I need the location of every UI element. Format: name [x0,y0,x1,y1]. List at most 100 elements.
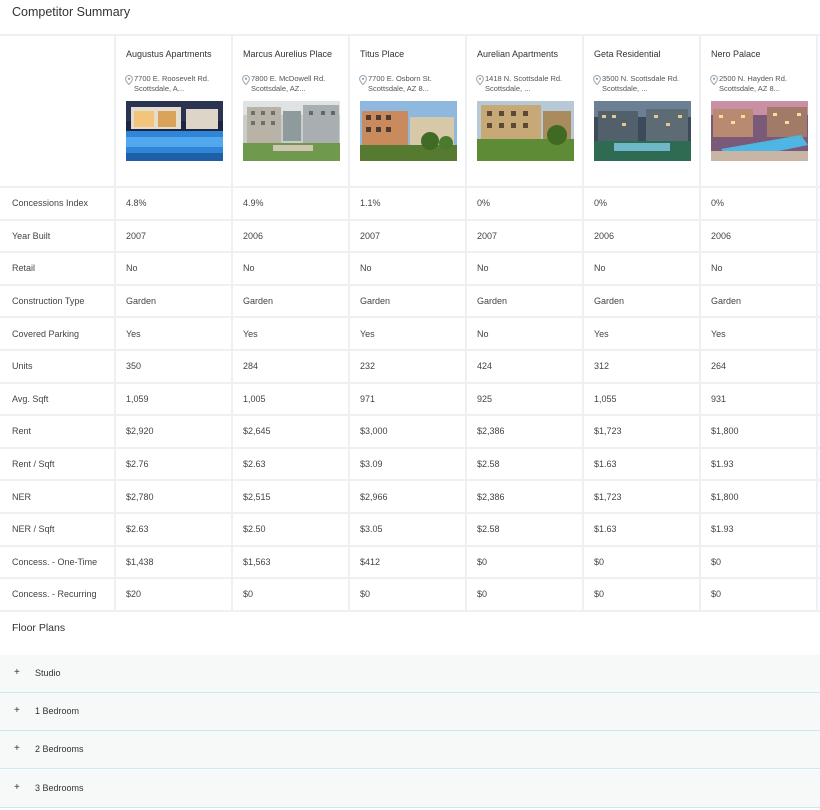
property-photo[interactable] [594,101,691,161]
table-cell: 2007 [115,219,233,254]
property-address: 7700 E. Osborn St. Scottsdale, AZ 8... [358,74,464,93]
table-cell: 424 [466,349,584,384]
table-cell: Garden [700,284,818,319]
property-column-2: Marcus Aurelius Place 7800 E. McDowell R… [232,34,350,188]
table-cell: $1.93 [700,512,818,547]
floor-plan-row-3-bedrooms[interactable]: + 3 Bedrooms [0,770,820,808]
floor-plan-label: 3 Bedrooms [35,783,84,793]
plus-icon[interactable]: + [14,743,20,754]
property-address-text: 3500 N. Scottsdale Rd. Scottsdale, ... [602,74,680,93]
table-cell: $1.63 [583,512,701,547]
row-label: Avg. Sqft [0,382,116,417]
property-name[interactable]: Marcus Aurelius Place [243,49,347,63]
table-cell: $3.09 [349,447,467,482]
table-cell: $20 [115,578,233,612]
table-row: Units 350 284 232 424 312 264 [0,349,820,384]
table-cell: 2006 [700,219,818,254]
property-address: 7700 E. Roosevelt Rd. Scottsdale, A... [124,74,230,93]
page-title: Competitor Summary [12,5,131,19]
table-cell: 312 [583,349,701,384]
table-cell: $3,000 [349,415,467,449]
table-cell: $2.63 [232,447,350,482]
property-header-row: Augustus Apartments 7700 E. Roosevelt Rd… [0,34,820,188]
map-pin-icon [359,75,367,85]
table-cell: Garden [349,284,467,319]
competitor-table: Augustus Apartments 7700 E. Roosevelt Rd… [0,34,820,612]
property-name[interactable]: Geta Residential [594,49,698,63]
table-cell: $412 [349,545,467,580]
property-name[interactable]: Augustus Apartments [126,49,230,63]
table-cell: 2007 [466,219,584,254]
table-row: NER / Sqft $2.63 $2.50 $3.05 $2.58 $1.63… [0,512,820,547]
table-cell: 0% [583,187,701,221]
table-cell: $0 [466,578,584,612]
table-cell: $2.58 [466,512,584,547]
row-label: Construction Type [0,284,116,319]
table-cell: $3.05 [349,512,467,547]
floor-plan-row-1-bedroom[interactable]: + 1 Bedroom [0,693,820,731]
row-label: Concessions Index [0,187,116,221]
table-cell: $1,800 [700,415,818,449]
table-cell: $2,780 [115,480,233,514]
table-cell: $2.76 [115,447,233,482]
property-column-1: Augustus Apartments 7700 E. Roosevelt Rd… [115,34,233,188]
table-row: Concess. - Recurring $20 $0 $0 $0 $0 $0 [0,578,820,612]
property-photo[interactable] [477,101,574,161]
table-cell: $0 [349,578,467,612]
table-cell: 2006 [583,219,701,254]
property-photo[interactable] [126,101,223,161]
table-cell: Garden [583,284,701,319]
table-cell: $2,386 [466,480,584,514]
table-row: Avg. Sqft 1,059 1,005 971 925 1,055 931 [0,382,820,417]
property-name[interactable]: Titus Place [360,49,464,63]
property-address-text: 7700 E. Osborn St. Scottsdale, AZ 8... [368,74,432,93]
property-photo[interactable] [360,101,457,161]
table-cell: $1.63 [583,447,701,482]
table-cell: $2,966 [349,480,467,514]
table-cell: $0 [583,578,701,612]
property-address-text: 1418 N. Scottsdale Rd. Scottsdale, ... [485,74,563,93]
property-name[interactable]: Aurelian Apartments [477,49,581,63]
table-cell: $0 [232,578,350,612]
table-cell: $1,563 [232,545,350,580]
table-cell: No [583,252,701,286]
table-cell: $1,800 [700,480,818,514]
table-cell: Garden [466,284,584,319]
property-column-3: Titus Place 7700 E. Osborn St. Scottsdal… [349,34,467,188]
property-photo[interactable] [711,101,808,161]
floor-plan-label: Studio [35,668,61,678]
floor-plan-row-studio[interactable]: + Studio [0,655,820,693]
table-cell: $2,645 [232,415,350,449]
table-cell: $0 [700,578,818,612]
table-cell: Yes [700,317,818,351]
row-label: Covered Parking [0,317,116,351]
floor-plan-row-2-bedrooms[interactable]: + 2 Bedrooms [0,731,820,769]
property-address-text: 7800 E. McDowell Rd. Scottsdale, AZ... [251,74,326,93]
table-cell: Garden [115,284,233,319]
property-photo[interactable] [243,101,340,161]
table-cell: $2.58 [466,447,584,482]
map-pin-icon [593,75,601,85]
table-cell: $0 [466,545,584,580]
property-address-text: 2500 N. Hayden Rd. Scottsdale, AZ 8... [719,74,787,93]
table-row: Rent $2,920 $2,645 $3,000 $2,386 $1,723 … [0,415,820,449]
table-cell: 1,005 [232,382,350,417]
table-cell: 1.1% [349,187,467,221]
property-name[interactable]: Nero Palace [711,49,815,63]
map-pin-icon [125,75,133,85]
plus-icon[interactable]: + [14,705,20,716]
table-row: Construction Type Garden Garden Garden G… [0,284,820,319]
header-corner-cell [0,34,116,188]
table-cell: 1,059 [115,382,233,417]
property-address: 1418 N. Scottsdale Rd. Scottsdale, ... [475,74,581,93]
floor-plan-label: 1 Bedroom [35,706,80,716]
plus-icon[interactable]: + [14,782,20,793]
table-cell: $0 [700,545,818,580]
table-cell: Yes [349,317,467,351]
table-row: Covered Parking Yes Yes Yes No Yes Yes [0,317,820,351]
table-row: Year Built 2007 2006 2007 2007 2006 2006 [0,219,820,254]
table-cell: Garden [232,284,350,319]
table-cell: $2.63 [115,512,233,547]
table-cell: 931 [700,382,818,417]
plus-icon[interactable]: + [14,667,20,678]
